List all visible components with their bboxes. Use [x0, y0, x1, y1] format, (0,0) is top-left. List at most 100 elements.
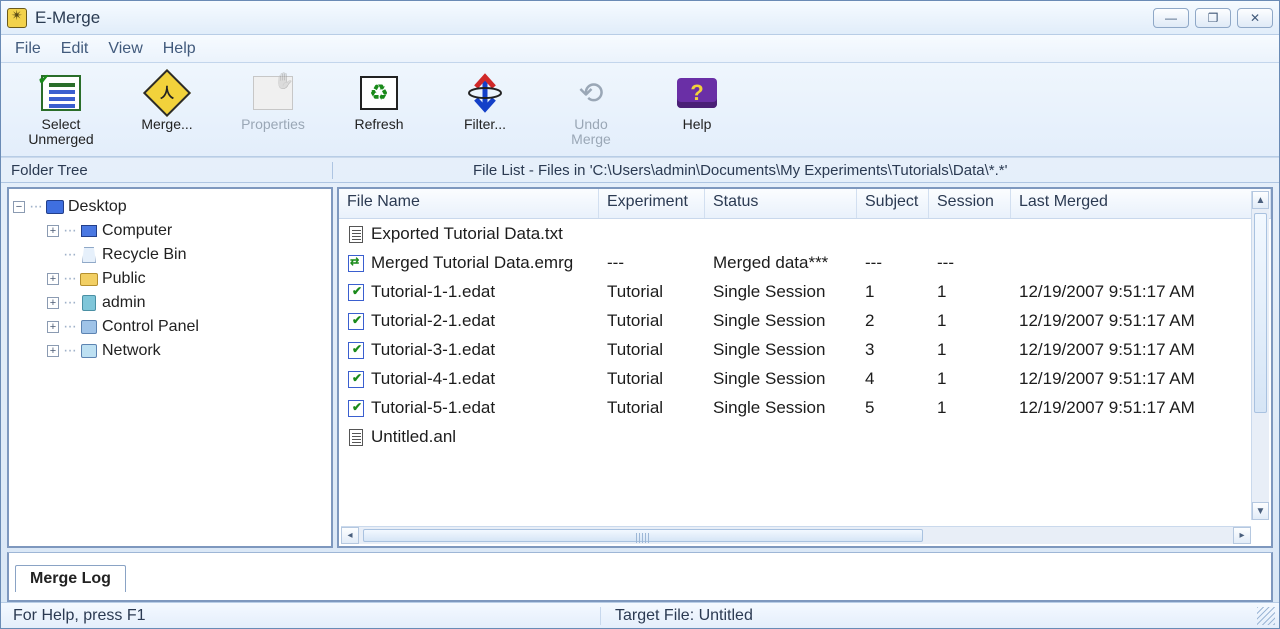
expand-icon[interactable]: + — [47, 321, 59, 333]
file-name: Tutorial-4-1.edat — [371, 369, 495, 388]
cpanel-icon — [80, 319, 98, 335]
minimize-button[interactable]: — — [1153, 8, 1189, 28]
tree-label: Recycle Bin — [102, 246, 186, 264]
col-experiment[interactable]: Experiment — [599, 189, 705, 218]
menu-file[interactable]: File — [15, 40, 41, 58]
status-help: For Help, press F1 — [1, 607, 601, 625]
recycle-icon — [80, 247, 98, 263]
col-subject[interactable]: Subject — [857, 189, 929, 218]
tree-label: Desktop — [68, 198, 127, 216]
file-name: Tutorial-1-1.edat — [371, 282, 495, 301]
file-name: Tutorial-5-1.edat — [371, 398, 495, 417]
expand-icon[interactable]: + — [47, 297, 59, 309]
status-bar: For Help, press F1 Target File: Untitled — [1, 602, 1279, 628]
file-name: Tutorial-2-1.edat — [371, 311, 495, 330]
file-name: Exported Tutorial Data.txt — [371, 224, 563, 243]
edat-file-icon — [347, 312, 365, 330]
refresh-icon: ♻ — [357, 71, 401, 115]
properties-button: Properties — [233, 71, 313, 132]
file-list: File Name Experiment Status Subject Sess… — [337, 187, 1273, 548]
toolbar: ✔ Select Unmerged 人 Merge... Properties … — [1, 63, 1279, 157]
tree-label: Public — [102, 270, 146, 288]
table-row[interactable]: Tutorial-5-1.edatTutorialSingle Session5… — [339, 393, 1271, 422]
app-window: E-Merge — ❐ ✕ File Edit View Help ✔ Sele… — [0, 0, 1280, 629]
undo-merge-button: ⟲ Undo Merge — [551, 71, 631, 148]
folder-tree-header: Folder Tree — [1, 162, 333, 179]
table-row[interactable]: Untitled.anl — [339, 422, 1271, 451]
tree-node[interactable]: +···admin — [13, 291, 327, 315]
horizontal-scrollbar[interactable]: ◂ ▸ — [341, 526, 1251, 544]
help-button[interactable]: ? Help — [657, 71, 737, 132]
folder-tree[interactable]: − ··· Desktop +···Computer···Recycle Bin… — [7, 187, 333, 548]
maximize-button[interactable]: ❐ — [1195, 8, 1231, 28]
emrg-file-icon — [347, 254, 365, 272]
tree-node[interactable]: ···Recycle Bin — [13, 243, 327, 267]
col-session[interactable]: Session — [929, 189, 1011, 218]
merge-log-tabbar: Merge Log — [7, 552, 1273, 592]
title-bar: E-Merge — ❐ ✕ — [1, 1, 1279, 35]
edat-file-icon — [347, 283, 365, 301]
col-file-name[interactable]: File Name — [339, 189, 599, 218]
filter-button[interactable]: Filter... — [445, 71, 525, 132]
network-icon — [80, 343, 98, 359]
tree-node-desktop[interactable]: − ··· Desktop — [13, 195, 327, 219]
edat-file-icon — [347, 341, 365, 359]
collapse-icon[interactable]: − — [13, 201, 25, 213]
tree-node[interactable]: +···Control Panel — [13, 315, 327, 339]
table-row[interactable]: Tutorial-1-1.edatTutorialSingle Session1… — [339, 277, 1271, 306]
expand-icon[interactable]: + — [47, 345, 59, 357]
refresh-button[interactable]: ♻ Refresh — [339, 71, 419, 132]
text-file-icon — [347, 225, 365, 243]
edat-file-icon — [347, 370, 365, 388]
file-name: Tutorial-3-1.edat — [371, 340, 495, 359]
col-last-merged[interactable]: Last Merged — [1011, 189, 1271, 218]
admin-icon — [80, 295, 98, 311]
file-rows: Exported Tutorial Data.txt Merged Tutoria… — [339, 219, 1271, 546]
main-area: − ··· Desktop +···Computer···Recycle Bin… — [1, 183, 1279, 552]
filter-icon — [463, 71, 507, 115]
vertical-scrollbar[interactable]: ▲ ▼ — [1251, 191, 1269, 520]
scroll-down-icon[interactable]: ▼ — [1252, 502, 1269, 520]
menu-edit[interactable]: Edit — [61, 40, 89, 58]
scroll-right-icon[interactable]: ▸ — [1233, 527, 1251, 544]
expand-icon[interactable]: + — [47, 273, 59, 285]
select-unmerged-button[interactable]: ✔ Select Unmerged — [21, 71, 101, 148]
col-status[interactable]: Status — [705, 189, 857, 218]
scroll-thumb[interactable] — [1254, 213, 1267, 413]
text-file-icon — [347, 428, 365, 446]
tree-node[interactable]: +···Network — [13, 339, 327, 363]
scroll-up-icon[interactable]: ▲ — [1252, 191, 1269, 209]
expand-icon[interactable]: + — [47, 225, 59, 237]
folder-icon — [80, 271, 98, 287]
menu-bar: File Edit View Help — [1, 35, 1279, 63]
tree-node[interactable]: +···Public — [13, 267, 327, 291]
column-headers: File Name Experiment Status Subject Sess… — [339, 189, 1271, 219]
status-target: Target File: Untitled — [601, 607, 1257, 625]
desktop-icon — [46, 199, 64, 215]
file-name: Merged Tutorial Data.emrg — [371, 253, 573, 272]
tree-node[interactable]: +···Computer — [13, 219, 327, 243]
merge-log-tab[interactable]: Merge Log — [15, 565, 126, 593]
window-title: E-Merge — [35, 8, 1153, 28]
merge-icon: 人 — [145, 71, 189, 115]
resize-grip-icon[interactable] — [1257, 607, 1275, 625]
help-icon: ? — [675, 71, 719, 115]
edat-file-icon — [347, 399, 365, 417]
properties-icon — [251, 71, 295, 115]
file-name: Untitled.anl — [371, 427, 456, 446]
scroll-left-icon[interactable]: ◂ — [341, 527, 359, 544]
hscroll-thumb[interactable] — [363, 529, 923, 542]
table-row[interactable]: Exported Tutorial Data.txt — [339, 219, 1271, 248]
close-button[interactable]: ✕ — [1237, 8, 1273, 28]
table-row[interactable]: Tutorial-2-1.edatTutorialSingle Session2… — [339, 306, 1271, 335]
table-row[interactable]: Tutorial-4-1.edatTutorialSingle Session4… — [339, 364, 1271, 393]
table-row[interactable]: Merged Tutorial Data.emrg---Merged data*… — [339, 248, 1271, 277]
table-row[interactable]: Tutorial-3-1.edatTutorialSingle Session3… — [339, 335, 1271, 364]
select-unmerged-icon: ✔ — [39, 71, 83, 115]
undo-merge-icon: ⟲ — [569, 71, 613, 115]
menu-help[interactable]: Help — [163, 40, 196, 58]
merge-button[interactable]: 人 Merge... — [127, 71, 207, 132]
tree-label: Network — [102, 342, 161, 360]
merge-log-panel — [7, 592, 1273, 602]
menu-view[interactable]: View — [108, 40, 142, 58]
